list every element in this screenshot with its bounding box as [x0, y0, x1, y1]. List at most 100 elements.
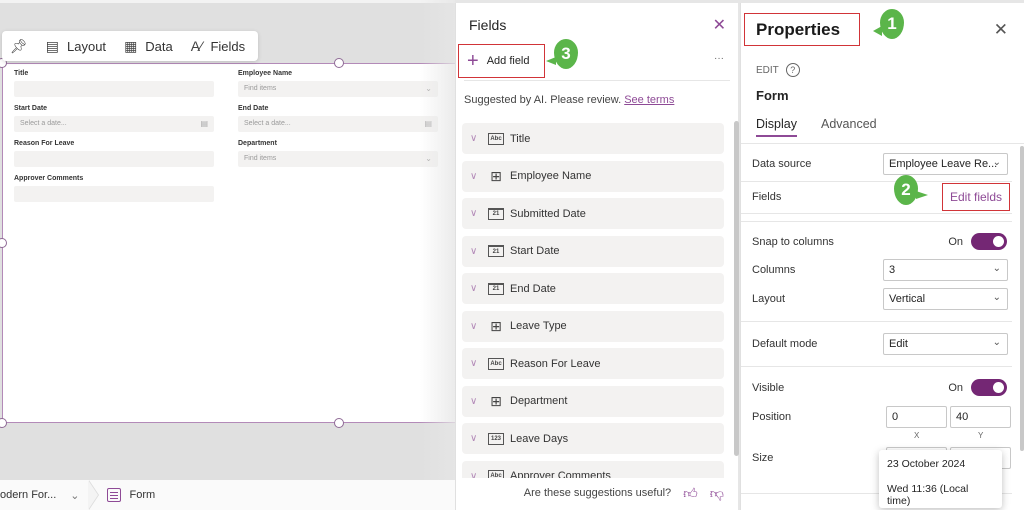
tooltip-time: Wed 11:36 (Local time): [887, 483, 969, 507]
tab-display[interactable]: Display: [756, 117, 797, 137]
field-item-start-date[interactable]: ∨ 21 Start Date: [462, 235, 724, 267]
data-source-select[interactable]: Employee Leave Re... ⌄: [883, 153, 1008, 175]
x-axis-label: X: [914, 431, 920, 440]
breadcrumb-screen[interactable]: odern For... ⌄: [0, 480, 89, 510]
feedback-bar: Are these suggestions useful? 👍︎ 👎︎: [456, 476, 738, 510]
pin-button[interactable]: 📌︎: [10, 38, 28, 55]
chevron-down-icon: ∨: [470, 283, 478, 294]
field-label: Reason For Leave: [510, 357, 601, 370]
field-item-employee-name[interactable]: ∨ ⊞ Employee Name: [462, 160, 724, 192]
callout-badge-3: 3: [546, 39, 578, 69]
snap-to-columns-toggle[interactable]: [971, 233, 1007, 250]
form-field-label: Title: [14, 70, 29, 77]
divider: [741, 181, 1012, 182]
close-icon[interactable]: ✕: [994, 20, 1008, 40]
placeholder-text: Find items: [244, 85, 277, 92]
chevron-down-icon: ∨: [470, 208, 478, 219]
breadcrumb: odern For... ⌄ Form: [0, 480, 455, 510]
ai-suggestion-note: Suggested by AI. Please review. See term…: [464, 94, 674, 106]
placeholder-text: Select a date...: [20, 120, 67, 127]
text-field-icon: Abc: [488, 357, 504, 370]
columns-select[interactable]: 3 ⌄: [883, 259, 1008, 281]
suggestion-text: Suggested by AI. Please review.: [464, 94, 622, 106]
chevron-down-icon: ∨: [470, 170, 478, 182]
layout-select[interactable]: Vertical ⌄: [883, 288, 1008, 310]
layout-icon: ▤: [45, 37, 60, 54]
fields-button[interactable]: A⁄ Fields: [191, 38, 245, 54]
default-mode-select[interactable]: Edit ⌄: [883, 333, 1008, 355]
canvas-area: Title Employee Name Find items ⌄ Start D…: [0, 0, 462, 480]
lookup-field-icon: ⊞: [490, 167, 502, 184]
default-mode-label: Default mode: [752, 338, 818, 350]
text-field-icon: Abc: [488, 132, 504, 145]
control-name: Form: [756, 88, 789, 103]
form-field-label: End Date: [238, 105, 269, 112]
tooltip-date: 23 October 2024: [887, 458, 966, 470]
divider: [741, 213, 1012, 214]
position-x-input[interactable]: 0: [886, 406, 947, 428]
form-icon: [107, 488, 122, 502]
position-y-input[interactable]: 40: [950, 406, 1011, 428]
start-date-picker[interactable]: Select a date... ▤: [14, 116, 214, 132]
thumbs-down-icon[interactable]: 👎︎: [710, 485, 724, 502]
reason-input[interactable]: [14, 151, 214, 167]
calendar-icon: 21: [488, 245, 504, 257]
close-icon[interactable]: ✕: [713, 15, 726, 35]
divider: [741, 143, 1024, 144]
edit-caption: EDIT ?: [756, 63, 800, 77]
field-item-end-date[interactable]: ∨ 21 End Date: [462, 273, 724, 304]
divider: [464, 80, 730, 81]
field-label: End Date: [510, 282, 556, 295]
chevron-down-icon: ⌄: [992, 292, 1001, 303]
add-field-button[interactable]: + Add field: [458, 44, 545, 78]
field-item-leave-type[interactable]: ∨ ⊞ Leave Type: [462, 310, 724, 342]
help-icon[interactable]: ?: [785, 63, 800, 77]
form-control[interactable]: Title Employee Name Find items ⌄ Start D…: [2, 63, 462, 423]
fields-panel: Fields ✕ + Add field 3 ··· Suggested by …: [455, 3, 739, 510]
employee-name-combobox[interactable]: Find items ⌄: [238, 81, 438, 97]
field-label: Leave Type: [510, 320, 567, 332]
scrollbar[interactable]: [734, 121, 739, 456]
properties-tabs: Display Advanced: [756, 117, 877, 137]
layout-label: Layout: [67, 38, 107, 54]
form-field-label: Department: [238, 140, 277, 147]
breadcrumb-form-label: Form: [129, 489, 156, 501]
lookup-field-icon: ⊞: [490, 392, 502, 409]
title-input[interactable]: [14, 81, 214, 97]
number-field-icon: 123: [488, 432, 504, 445]
columns-label: Columns: [752, 264, 796, 276]
table-icon: ▦: [124, 37, 138, 54]
field-item-reason-for-leave[interactable]: ∨ Abc Reason For Leave: [462, 348, 724, 379]
field-item-leave-days[interactable]: ∨ 123 Leave Days: [462, 423, 724, 454]
see-terms-link[interactable]: See terms: [624, 94, 674, 106]
tab-advanced[interactable]: Advanced: [821, 117, 877, 137]
chevron-down-icon: ⌄: [992, 157, 1001, 168]
add-field-label: Add field: [486, 55, 530, 67]
resize-handle[interactable]: [0, 418, 7, 428]
data-button[interactable]: ▦ Data: [124, 38, 173, 55]
fields-panel-title: Fields: [469, 17, 507, 33]
field-item-title[interactable]: ∨ Abc Title: [462, 123, 724, 154]
end-date-picker[interactable]: Select a date... ▤: [238, 116, 438, 132]
size-label: Size: [752, 452, 774, 464]
resize-handle[interactable]: [334, 58, 344, 68]
properties-panel: Properties 1 ✕ EDIT ? Form Display Advan…: [740, 3, 1024, 510]
layout-button[interactable]: ▤ Layout: [46, 38, 106, 55]
scrollbar[interactable]: [1020, 146, 1024, 451]
thumbs-up-icon[interactable]: 👍︎: [683, 485, 698, 502]
more-options-icon[interactable]: ···: [714, 53, 724, 64]
breadcrumb-form[interactable]: Form: [101, 480, 165, 510]
field-item-submitted-date[interactable]: ∨ 21 Submitted Date: [462, 198, 724, 229]
calendar-icon: 21: [488, 207, 504, 220]
department-combobox[interactable]: Find items ⌄: [238, 151, 438, 167]
edit-label: EDIT: [756, 64, 779, 76]
divider: [741, 221, 1012, 222]
visible-toggle[interactable]: [971, 379, 1007, 396]
resize-handle[interactable]: [334, 418, 344, 428]
field-label: Department: [510, 395, 568, 407]
data-source-label: Data source: [752, 158, 812, 170]
field-item-department[interactable]: ∨ ⊞ Department: [462, 385, 724, 417]
edit-fields-link[interactable]: Edit fields: [942, 183, 1010, 211]
approver-comments-input[interactable]: [14, 186, 214, 202]
calendar-icon: ▤: [424, 119, 432, 128]
